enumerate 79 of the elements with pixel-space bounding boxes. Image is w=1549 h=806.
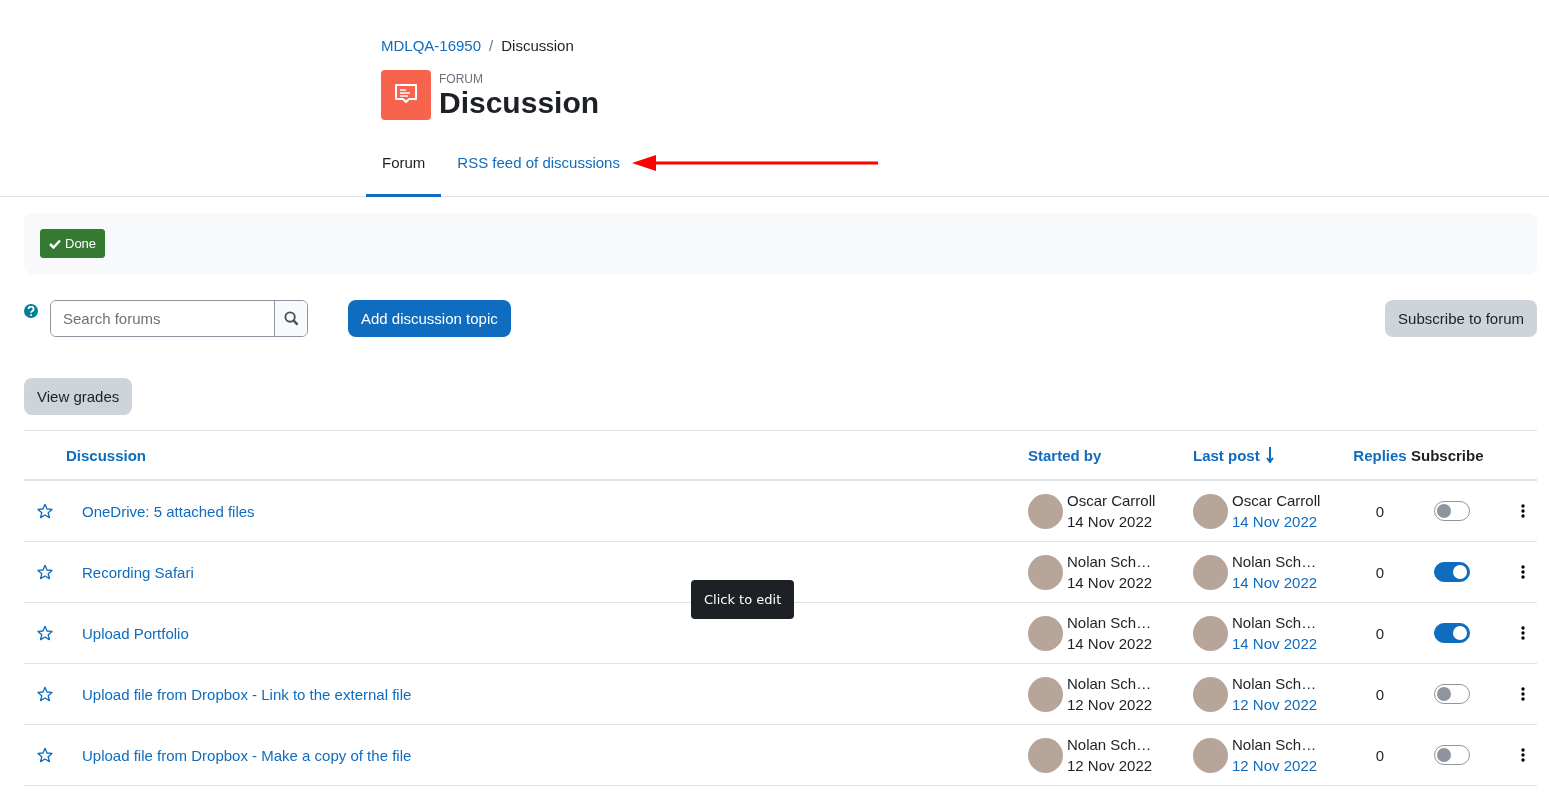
- author-name: Nolan Sch…: [1067, 674, 1153, 694]
- tooltip: Click to edit: [691, 580, 795, 619]
- forum-icon: [381, 70, 431, 120]
- column-header[interactable]: Discussion: [66, 446, 147, 464]
- author-name: Oscar Carroll: [1067, 491, 1156, 511]
- author-name: Nolan Sch…: [1232, 552, 1318, 572]
- page-title: Discussion: [439, 85, 600, 119]
- star-icon[interactable]: [37, 625, 53, 641]
- more-options-icon[interactable]: [1521, 626, 1525, 640]
- subscribe-toggle[interactable]: [1434, 684, 1470, 704]
- replies-count: 0: [1375, 746, 1385, 764]
- replies-count: 0: [1375, 502, 1385, 520]
- done-button[interactable]: Done: [40, 229, 106, 258]
- star-icon[interactable]: [37, 686, 53, 702]
- star-icon[interactable]: [37, 503, 53, 519]
- column-header[interactable]: Last post: [1193, 446, 1274, 464]
- author-name: Nolan Sch…: [1067, 552, 1153, 572]
- avatar: [1028, 737, 1063, 773]
- discussion-link[interactable]: OneDrive: 5 attached files: [82, 502, 255, 520]
- more-options-icon[interactable]: [1521, 565, 1525, 579]
- discussion-link[interactable]: Recording Safari: [82, 563, 194, 581]
- avatar: [1028, 676, 1063, 712]
- last-post-link[interactable]: 14 Nov 2022: [1232, 633, 1318, 654]
- more-options-icon[interactable]: [1521, 687, 1525, 701]
- subscribe-toggle[interactable]: [1434, 562, 1470, 582]
- help-icon[interactable]: [24, 304, 38, 318]
- discussion-link[interactable]: Upload file from Dropbox - Make a copy of the file: [82, 746, 412, 764]
- sort-down-icon: [1265, 447, 1274, 463]
- start-date: 14 Nov 2022: [1067, 634, 1153, 654]
- discussion-link[interactable]: Upload Portfolio: [82, 624, 189, 642]
- tab[interactable]: Forum: [366, 132, 442, 197]
- search-icon: [283, 311, 299, 326]
- avatar: [1028, 615, 1063, 651]
- subscribe-toggle[interactable]: [1434, 501, 1470, 521]
- start-date: 12 Nov 2022: [1067, 695, 1153, 715]
- avatar: [1193, 493, 1228, 529]
- last-post-link[interactable]: 14 Nov 2022: [1232, 511, 1321, 532]
- breadcrumb-link[interactable]: MDLQA-16950: [381, 37, 482, 54]
- more-options-icon[interactable]: [1521, 504, 1525, 518]
- search-button[interactable]: [274, 301, 307, 336]
- check-icon: [49, 238, 61, 249]
- start-date: 14 Nov 2022: [1067, 512, 1154, 532]
- last-post-link[interactable]: 14 Nov 2022: [1232, 572, 1318, 593]
- avatar: [1028, 554, 1063, 590]
- replies-count: 0: [1375, 624, 1385, 642]
- avatar: [1028, 493, 1063, 529]
- add-discussion-button[interactable]: Add discussion topic: [348, 300, 511, 337]
- author-name: Nolan Sch…: [1232, 735, 1318, 755]
- tab[interactable]: RSS feed of discussions: [441, 132, 636, 197]
- star-icon[interactable]: [37, 564, 53, 580]
- start-date: 14 Nov 2022: [1067, 573, 1153, 593]
- column-header[interactable]: Replies: [1353, 446, 1407, 464]
- avatar: [1193, 554, 1228, 590]
- author-name: Nolan Sch…: [1067, 613, 1153, 633]
- column-header: Subscribe: [1411, 446, 1484, 464]
- avatar: [1193, 615, 1228, 651]
- subscribe-toggle[interactable]: [1434, 745, 1470, 765]
- star-icon[interactable]: [37, 747, 53, 763]
- author-name: Nolan Sch…: [1232, 613, 1318, 633]
- view-grades-button[interactable]: View grades: [24, 378, 133, 415]
- avatar: [1193, 737, 1228, 773]
- search-field[interactable]: Search forums: [50, 300, 308, 337]
- last-post-link[interactable]: 12 Nov 2022: [1232, 694, 1318, 715]
- replies-count: 0: [1375, 685, 1385, 703]
- author-name: Oscar Carroll: [1232, 491, 1321, 511]
- breadcrumb-separator: /: [489, 37, 494, 54]
- avatar: [1193, 676, 1228, 712]
- more-options-icon[interactable]: [1521, 748, 1525, 762]
- breadcrumb-current: Discussion: [501, 37, 574, 54]
- replies-count: 0: [1375, 563, 1385, 581]
- start-date: 12 Nov 2022: [1067, 756, 1153, 776]
- author-name: Nolan Sch…: [1067, 735, 1153, 755]
- subscribe-toggle[interactable]: [1434, 623, 1470, 643]
- author-name: Nolan Sch…: [1232, 674, 1318, 694]
- activity-type-label: FORUM: [439, 71, 484, 86]
- subscribe-forum-button[interactable]: Subscribe to forum: [1385, 300, 1537, 337]
- column-header[interactable]: Started by: [1028, 446, 1102, 464]
- last-post-link[interactable]: 12 Nov 2022: [1232, 755, 1318, 776]
- discussion-link[interactable]: Upload file from Dropbox - Link to the external file: [82, 685, 412, 703]
